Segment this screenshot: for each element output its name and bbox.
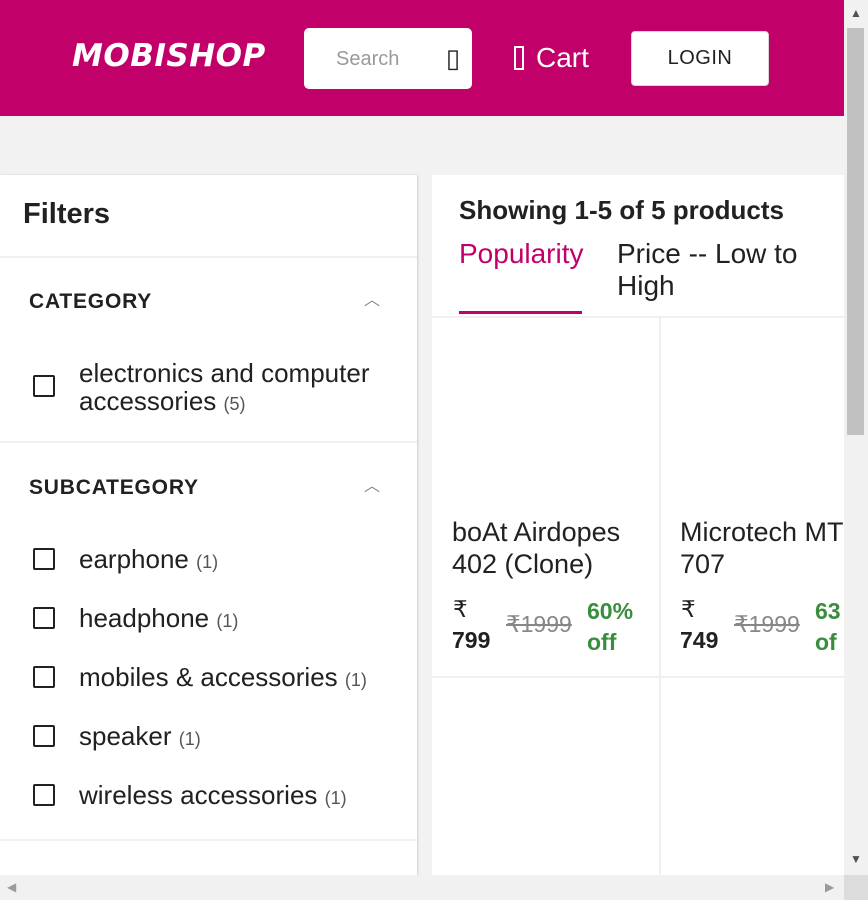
subcategory-option-speaker[interactable]: speaker (1) [79,721,201,752]
filters-sidebar: Filters CATEGORY ︿ electronics and compu… [0,175,417,875]
scroll-left-icon[interactable]: ◀ [7,880,16,894]
product-discount: 63 of [815,596,841,658]
checkbox-earphone[interactable] [33,548,55,570]
results-count: Showing 1-5 of 5 products [459,195,785,225]
vertical-scroll-thumb[interactable] [847,28,864,435]
product-name-line1: Microtech MT [680,517,844,547]
category-option-line1: electronics and computer [79,358,370,388]
currency-symbol: ₹ [453,596,468,622]
scroll-up-icon[interactable]: ▲ [850,6,862,20]
scroll-down-icon[interactable]: ▼ [850,852,862,866]
divider [0,256,417,258]
subcategory-option-headphone[interactable]: headphone (1) [79,603,238,634]
checkbox-wireless[interactable] [33,784,55,806]
search-icon[interactable]: ▯ [443,42,463,74]
vertical-scrollbar[interactable]: ▲ ▼ [844,0,868,875]
subcategory-option-earphone[interactable]: earphone (1) [79,544,218,575]
option-label: speaker [79,721,172,751]
category-option-electronics[interactable]: electronics and computer accessories (5) [79,359,369,418]
category-heading[interactable]: CATEGORY [29,290,152,314]
tab-price-low-high[interactable]: Price -- Low to High [617,238,827,302]
option-count: (1) [216,611,239,631]
discount-line1: 60% [587,598,634,624]
category-option-count: (5) [223,394,246,414]
search-input[interactable]: Search ▯ [304,28,472,89]
discount-line2: of [815,629,837,655]
product-name-line1: boAt Airdopes [452,517,621,547]
option-count: (1) [324,788,347,808]
checkbox-speaker[interactable] [33,725,55,747]
option-count: (1) [178,729,201,749]
category-option-line2: accessories [79,386,217,416]
product-name-line2: 707 [680,549,726,579]
checkbox-electronics[interactable] [33,375,55,397]
scrollbar-corner [844,875,868,900]
product-name[interactable]: boAt Airdopes 402 (Clone) [452,516,652,580]
cart-icon [514,46,524,70]
horizontal-scrollbar[interactable]: ◀ ▶ [0,875,844,900]
product-price: 749 [680,627,719,653]
discount-line1: 63 [815,598,841,624]
cart-label: Cart [536,42,589,73]
option-count: (1) [344,670,367,690]
divider [659,318,661,875]
product-mrp: ₹1999 [506,611,572,637]
cart-link[interactable]: Cart [514,40,589,76]
divider [432,676,844,678]
subcategory-option-mobiles[interactable]: mobiles & accessories (1) [79,662,367,693]
product-name[interactable]: Microtech MT 707 [680,516,844,580]
chevron-up-icon[interactable]: ︿ [364,293,380,309]
site-logo[interactable]: MOBISHOP [72,38,266,74]
product-card[interactable]: Microtech MT 707 ₹ 749 ₹1999 63 of [660,318,844,676]
checkbox-mobiles[interactable] [33,666,55,688]
login-button[interactable]: LOGIN [631,31,769,86]
option-label: earphone [79,544,189,574]
search-placeholder: Search [336,48,400,70]
product-discount: 60% off [587,596,633,658]
products-panel: Showing 1-5 of 5 products Popularity Pri… [432,175,844,875]
divider [0,839,417,841]
product-price: 799 [452,627,491,653]
option-count: (1) [196,552,219,572]
option-label: mobiles & accessories [79,662,338,692]
checkbox-headphone[interactable] [33,607,55,629]
divider [0,441,417,443]
option-label: wireless accessories [79,780,318,810]
active-tab-indicator [459,311,582,314]
product-name-line2: 402 (Clone) [452,549,594,579]
tab-popularity[interactable]: Popularity [459,238,584,270]
subcategory-heading[interactable]: SUBCATEGORY [29,476,199,500]
product-card[interactable]: boAt Airdopes 402 (Clone) ₹ 799 ₹1999 60… [432,318,660,676]
top-header: MOBISHOP Search ▯ Cart LOGIN [0,0,844,116]
subcategory-option-wireless[interactable]: wireless accessories (1) [79,780,347,811]
scroll-right-icon[interactable]: ▶ [825,880,834,894]
chevron-up-icon[interactable]: ︿ [364,479,380,495]
filters-title: Filters [23,198,111,230]
option-label: headphone [79,603,210,633]
currency-symbol: ₹ [681,596,696,622]
product-mrp: ₹1999 [734,611,800,637]
discount-line2: off [587,629,617,655]
